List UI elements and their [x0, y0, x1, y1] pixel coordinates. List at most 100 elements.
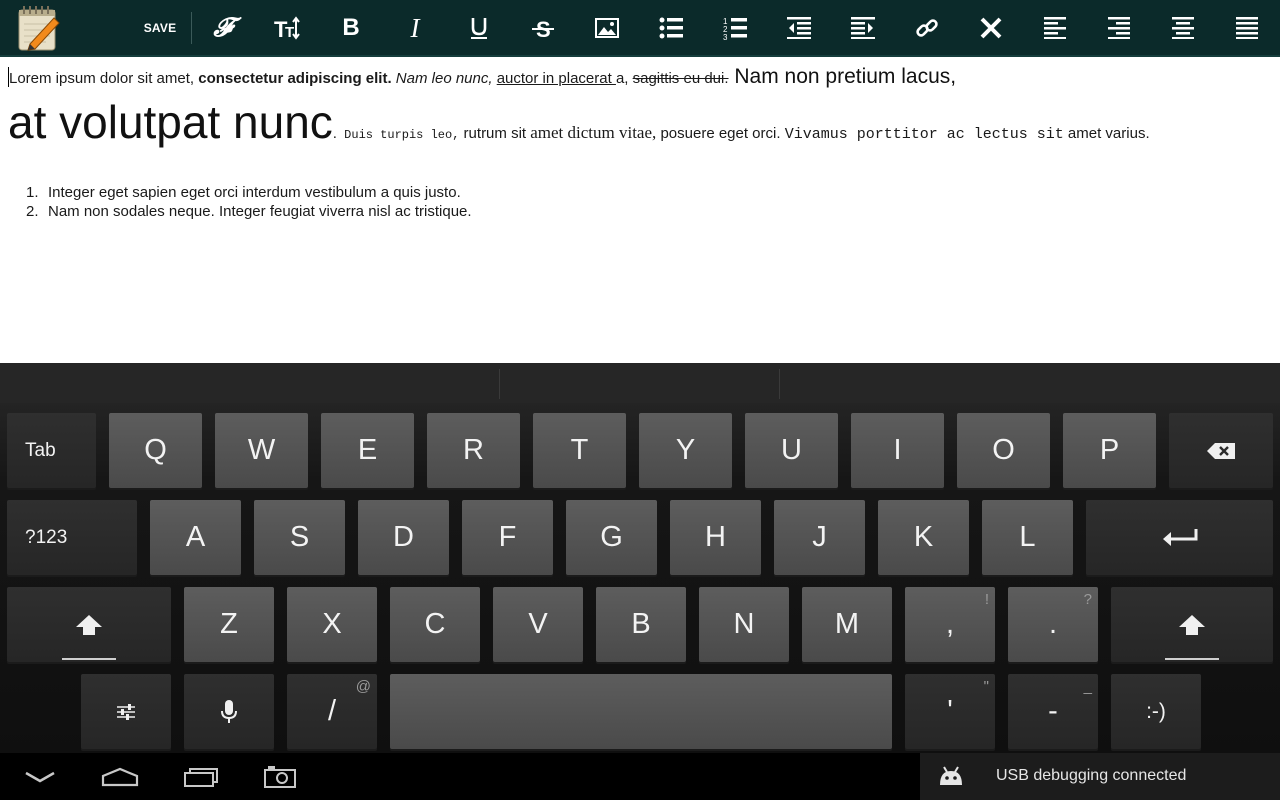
huge-text: at volutpat nunc [8, 96, 333, 148]
symbols-key[interactable]: ?123 [7, 500, 137, 575]
screenshot-button[interactable] [252, 761, 308, 793]
key-m[interactable]: M [802, 587, 892, 662]
suggestion-strip[interactable] [0, 363, 1280, 403]
enter-icon [1162, 528, 1197, 546]
key-comma[interactable]: ,! [905, 587, 995, 662]
bullet-list-icon[interactable] [639, 0, 703, 56]
outdent-icon[interactable] [767, 0, 831, 56]
smiley-label: :-) [1146, 699, 1166, 723]
serif-text: amet dictum vitae, [530, 123, 657, 142]
image-icon[interactable] [575, 0, 639, 56]
plain-text: posuere eget orci. [656, 125, 785, 142]
key-dash[interactable]: - _ [1008, 674, 1098, 749]
key-v[interactable]: V [493, 587, 583, 662]
font-icon[interactable]: 𝓕 [191, 0, 255, 56]
underlined-text: auctor in placerat [496, 70, 616, 87]
slash-label: / [327, 695, 337, 727]
shift-indicator [62, 658, 116, 660]
key-k[interactable]: K [878, 500, 969, 575]
text-size-icon[interactable]: TT [255, 0, 319, 56]
key-s[interactable]: S [254, 500, 345, 575]
key-h[interactable]: H [670, 500, 761, 575]
key-x[interactable]: X [287, 587, 377, 662]
key-z[interactable]: Z [184, 587, 274, 662]
italic-text: Nam leo nunc, [391, 70, 493, 87]
camera-icon [264, 766, 296, 788]
key-l[interactable]: L [982, 500, 1073, 575]
key-period[interactable]: .? [1008, 587, 1098, 662]
slash-hint: @ [355, 678, 371, 695]
align-left-icon[interactable] [1023, 0, 1087, 56]
key-j[interactable]: J [774, 500, 865, 575]
usb-debugging-notification[interactable]: USB debugging connected [920, 753, 1280, 800]
home-button[interactable] [92, 761, 148, 793]
key-apostrophe[interactable]: ' " [905, 674, 995, 749]
key-u[interactable]: U [745, 413, 838, 488]
key-p[interactable]: P [1063, 413, 1156, 488]
notification-text: USB debugging connected [996, 767, 1187, 784]
tab-key[interactable]: Tab [7, 413, 96, 488]
android-debug-icon [938, 765, 964, 792]
key-e[interactable]: E [321, 413, 414, 488]
rich-text-editor[interactable]: Lorem ipsum dolor sit amet, consectetur … [0, 57, 1280, 363]
shift-icon [76, 614, 102, 635]
dash-label: - [1048, 695, 1058, 727]
key-n[interactable]: N [699, 587, 789, 662]
recent-apps-button[interactable] [173, 761, 229, 793]
space-bar[interactable] [390, 674, 892, 749]
apostrophe-hint: " [983, 678, 989, 695]
notepad-app-icon[interactable] [16, 4, 62, 52]
key-q[interactable]: Q [109, 413, 202, 488]
editor-line-2: at volutpat nunc. Duis turpis leo, rutru… [8, 95, 1150, 149]
key-slash[interactable]: / @ [287, 674, 377, 749]
numbered-list: 1. Integer eget sapien eget orci interdum… [26, 183, 472, 221]
key-b[interactable]: B [596, 587, 686, 662]
indent-icon[interactable] [831, 0, 895, 56]
save-button[interactable]: SAVE [136, 0, 184, 56]
voice-input-key[interactable] [184, 674, 274, 749]
key-a[interactable]: A [150, 500, 241, 575]
strikethrough-icon[interactable]: S [511, 0, 575, 56]
key-r[interactable]: R [427, 413, 520, 488]
smiley-key[interactable]: :-) [1111, 674, 1201, 749]
key-d[interactable]: D [358, 500, 449, 575]
plain-text: Lorem ipsum dolor sit amet, [9, 70, 199, 87]
hide-keyboard-button[interactable] [12, 761, 68, 793]
numbered-list-icon[interactable]: 123 [703, 0, 767, 56]
large-text: Nam non pretium lacus, [728, 65, 957, 88]
key-f[interactable]: F [462, 500, 553, 575]
key-y[interactable]: Y [639, 413, 732, 488]
settings-key[interactable] [81, 674, 171, 749]
key-g[interactable]: G [566, 500, 657, 575]
key-o[interactable]: O [957, 413, 1050, 488]
italic-icon[interactable]: I [383, 0, 447, 56]
bold-text: consectetur adipiscing elit. [198, 70, 392, 87]
comma-label: , [945, 608, 955, 640]
align-right-icon[interactable] [1087, 0, 1151, 56]
plain-text: rutrum sit [459, 125, 531, 142]
list-item-text: Nam non sodales neque. Integer feugiat v… [48, 203, 472, 220]
tab-key-label: Tab [25, 439, 56, 461]
justify-icon[interactable] [1215, 0, 1279, 56]
bold-icon[interactable]: B [319, 0, 383, 56]
link-icon[interactable] [895, 0, 959, 56]
home-icon [101, 767, 139, 787]
apostrophe-label: ' [947, 695, 953, 727]
period-label: . [1048, 608, 1058, 640]
underline-icon[interactable] [447, 0, 511, 56]
chevron-down-icon [25, 771, 55, 783]
editor-line-1: Lorem ipsum dolor sit amet, consectetur … [8, 65, 956, 89]
key-i[interactable]: I [851, 413, 944, 488]
shift-key-left[interactable] [7, 587, 171, 662]
enter-key[interactable] [1086, 500, 1273, 575]
settings-sliders-icon [117, 703, 135, 720]
clear-format-icon[interactable] [959, 0, 1023, 56]
backspace-key[interactable] [1169, 413, 1273, 488]
list-number: 1. [26, 184, 39, 201]
key-c[interactable]: C [390, 587, 480, 662]
shift-key-right[interactable] [1111, 587, 1273, 662]
key-t[interactable]: T [533, 413, 626, 488]
key-w[interactable]: W [215, 413, 308, 488]
list-item: 2. Nam non sodales neque. Integer feugiat… [26, 202, 472, 221]
align-center-icon[interactable] [1151, 0, 1215, 56]
